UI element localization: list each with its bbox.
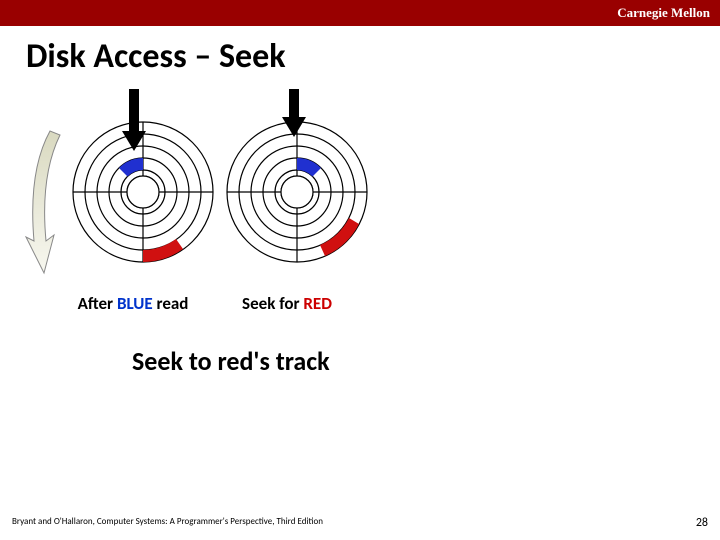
footer-credit: Bryant and O'Hallaron, Computer Systems:… — [12, 516, 323, 530]
caption-left-color: BLUE — [117, 293, 153, 314]
caption-left-prefix: After — [78, 293, 117, 314]
caption-right: Seek for RED — [212, 293, 362, 314]
footer: Bryant and O'Hallaron, Computer Systems:… — [0, 516, 720, 530]
caption-left: After BLUE read — [58, 293, 208, 314]
slide-title: Disk Access – Seek — [26, 36, 720, 77]
header-banner: Carnegie Mellon — [0, 0, 720, 26]
disk-head-arrow-icon — [122, 89, 146, 153]
org-name: Carnegie Mellon — [617, 5, 710, 21]
page-number: 28 — [696, 516, 708, 530]
caption-right-prefix: Seek for — [242, 293, 303, 314]
disk-head-arrow-icon — [282, 89, 306, 189]
diagram-area: After BLUE read Seek for RED — [0, 77, 720, 337]
subtitle: Seek to red's track — [132, 345, 720, 377]
caption-left-suffix: read — [153, 293, 189, 314]
rotation-arrow-icon — [24, 121, 70, 291]
caption-right-color: RED — [303, 293, 332, 314]
